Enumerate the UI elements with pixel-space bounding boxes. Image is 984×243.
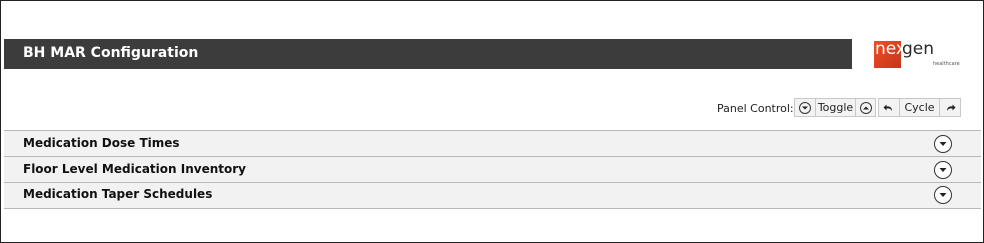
collapse-all-button[interactable] <box>855 99 875 116</box>
cycle-forward-button[interactable] <box>939 99 960 116</box>
chevron-down-circle-icon <box>799 101 811 114</box>
panel-title: Floor Level Medication Inventory <box>23 162 246 176</box>
logo-word-part2: gen <box>902 39 935 59</box>
page-title: BH MAR Configuration <box>23 45 199 61</box>
panel-title: Medication Dose Times <box>23 136 180 150</box>
expand-all-button[interactable] <box>795 99 815 116</box>
chevron-down-circle-icon[interactable] <box>934 186 952 204</box>
panel-medication-dose-times[interactable]: Medication Dose Times <box>4 130 981 156</box>
logo-subtext: healthcare <box>933 61 960 67</box>
panel-title: Medication Taper Schedules <box>23 187 213 201</box>
panel-floor-level-medication-inventory[interactable]: Floor Level Medication Inventory <box>4 156 981 182</box>
undo-arrow-icon <box>883 104 893 111</box>
panel-control-label: Panel Control: <box>717 102 794 115</box>
nextgen-logo: next gen healthcare <box>874 37 960 69</box>
header-bar: BH MAR Configuration <box>4 39 852 69</box>
chevron-down-circle-icon[interactable] <box>934 135 952 153</box>
chevron-up-circle-icon <box>859 101 872 114</box>
cycle-control-group: Cycle <box>878 98 961 117</box>
cycle-button[interactable]: Cycle <box>898 99 940 116</box>
panel-divider <box>4 208 981 209</box>
window-frame: BH MAR Configuration next gen healthcare… <box>0 0 984 243</box>
cycle-back-button[interactable] <box>879 99 899 116</box>
chevron-down-circle-icon[interactable] <box>934 161 952 179</box>
toggle-button[interactable]: Toggle <box>815 99 855 116</box>
panel-medication-taper-schedules[interactable]: Medication Taper Schedules <box>4 182 981 208</box>
toggle-control-group: Toggle <box>794 98 876 117</box>
redo-arrow-icon <box>946 104 956 111</box>
